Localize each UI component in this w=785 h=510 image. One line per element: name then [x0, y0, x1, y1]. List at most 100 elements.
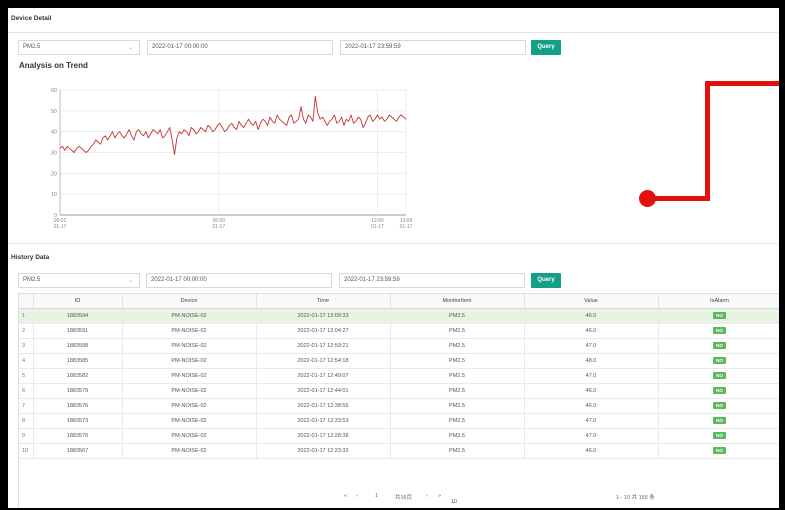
- column-header-value[interactable]: Value: [524, 294, 659, 309]
- history-pollutant-select[interactable]: PM2.5 ⌄: [18, 273, 140, 288]
- cell-device: PM-NOISE-02: [122, 338, 257, 354]
- chevron-down-icon: ⌄: [127, 278, 133, 284]
- cell-is-alarm: NO: [658, 428, 779, 444]
- history-start-time-input[interactable]: 2022-01-17 00:00:00: [146, 273, 332, 288]
- y-tick-label: 60: [51, 88, 57, 94]
- chevron-down-icon: ⌄: [451, 499, 456, 505]
- cell-device: PM-NOISE-02: [122, 428, 257, 444]
- cell-id: 1883576: [33, 398, 123, 414]
- cell-monitor-item: PM2.5: [390, 383, 525, 399]
- cell-is-alarm: NO: [658, 368, 779, 384]
- series-line: [59, 95, 407, 156]
- column-header-device[interactable]: Device: [122, 294, 257, 309]
- cell-monitor-item: PM2.5: [390, 368, 525, 384]
- row-number: 9: [19, 428, 34, 444]
- table-row[interactable]: 8 1883573 PM-NOISE-02 2022-01-17 12:33:53 PM…: [19, 413, 779, 429]
- cell-value: 47.0: [524, 338, 659, 354]
- cell-id: 1883588: [33, 338, 123, 354]
- row-number-header: [19, 294, 34, 309]
- cell-value: 48.0: [524, 353, 659, 369]
- start-time-input[interactable]: 2022-01-17 00:00:00: [147, 40, 333, 55]
- query-button[interactable]: Query: [531, 40, 561, 55]
- cell-id: 1883579: [33, 383, 123, 399]
- cell-id: 1883582: [33, 368, 123, 384]
- end-time-input[interactable]: 2022-01-17 23:59:59: [340, 40, 526, 55]
- cell-value: 47.0: [524, 413, 659, 429]
- cell-time: 2022-01-17 12:59:21: [256, 338, 391, 354]
- last-page-button[interactable]: »: [438, 493, 441, 499]
- chevron-down-icon: ⌄: [127, 45, 133, 51]
- history-pollutant-value: PM2.5: [23, 277, 41, 283]
- cell-is-alarm: NO: [658, 338, 779, 354]
- history-query-button[interactable]: Query: [531, 273, 561, 288]
- table-row[interactable]: 9 1883570 PM-NOISE-02 2022-01-17 12:28:38 PM…: [19, 428, 779, 444]
- x-tick-label-date: 01-17: [400, 224, 413, 230]
- cell-device: PM-NOISE-02: [122, 413, 257, 429]
- annotation-line-bottom: [653, 196, 710, 201]
- cell-device: PM-NOISE-02: [122, 443, 257, 459]
- column-header-id[interactable]: ID: [33, 294, 123, 309]
- cell-is-alarm: NO: [658, 398, 779, 414]
- history-end-time-input[interactable]: 2022-01-17 23:59:59: [339, 273, 525, 288]
- alarm-status-badge: NO: [713, 327, 726, 334]
- cell-device: PM-NOISE-02: [122, 383, 257, 399]
- pagination-summary: 1 - 10 共 155 条: [616, 495, 655, 501]
- table-row[interactable]: 6 1883579 PM-NOISE-02 2022-01-17 12:44:01 PM…: [19, 383, 779, 399]
- alarm-status-badge: NO: [713, 357, 726, 364]
- first-page-button[interactable]: «: [344, 493, 347, 499]
- cell-device: PM-NOISE-02: [122, 308, 257, 324]
- table-row[interactable]: 2 1883591 PM-NOISE-02 2022-01-17 13:04:27 PM…: [19, 323, 779, 339]
- page-number-input[interactable]: 1: [375, 493, 378, 499]
- table-row[interactable]: 3 1883588 PM-NOISE-02 2022-01-17 12:59:21 PM…: [19, 338, 779, 354]
- prev-page-button[interactable]: ‹: [356, 493, 358, 499]
- row-number: 1: [19, 308, 34, 324]
- row-number: 8: [19, 413, 34, 429]
- pagination-bar: « ‹ 1 共16页 › » 10 ⌄ 1 - 10 共 155 条: [18, 487, 779, 507]
- device-detail-title: Device Detail: [11, 15, 52, 22]
- cell-is-alarm: NO: [658, 323, 779, 339]
- cell-device: PM-NOISE-02: [122, 368, 257, 384]
- cell-value: 46.0: [524, 323, 659, 339]
- cell-monitor-item: PM2.5: [390, 428, 525, 444]
- table-row[interactable]: 10 1883567 PM-NOISE-02 2022-01-17 12:23:32 P…: [19, 443, 779, 459]
- annotation-line-vertical: [705, 81, 710, 201]
- pollutant-select[interactable]: PM2.5 ⌄: [18, 40, 140, 55]
- x-tick-label-date: 01-17: [212, 224, 225, 230]
- annotation-line-horizontal: [705, 81, 779, 86]
- row-number: 4: [19, 353, 34, 369]
- table-row[interactable]: 7 1883576 PM-NOISE-02 2022-01-17 12:38:56 PM…: [19, 398, 779, 414]
- next-page-button[interactable]: ›: [426, 493, 428, 499]
- y-tick-label: 50: [51, 109, 57, 115]
- chart-title: Analysis on Trend: [19, 61, 88, 70]
- cell-device: PM-NOISE-02: [122, 323, 257, 339]
- y-tick-label: 30: [51, 151, 57, 157]
- cell-time: 2022-01-17 13:04:27: [256, 323, 391, 339]
- cell-id: 1883594: [33, 308, 123, 324]
- table-row[interactable]: 1 1883594 PM-NOISE-02 2022-01-17 13:09:33 PM…: [19, 308, 779, 324]
- alarm-status-badge: NO: [713, 447, 726, 454]
- table-header-row: ID Device Time MonitorItem Value IsAlarm: [19, 294, 779, 309]
- table-row[interactable]: 4 1883585 PM-NOISE-02 2022-01-17 12:54:18 PM…: [19, 353, 779, 369]
- cell-is-alarm: NO: [658, 308, 779, 324]
- cell-is-alarm: NO: [658, 383, 779, 399]
- cell-monitor-item: PM2.5: [390, 398, 525, 414]
- column-header-is-alarm[interactable]: IsAlarm: [658, 294, 779, 309]
- y-tick-label: 20: [51, 171, 57, 177]
- cell-monitor-item: PM2.5: [390, 443, 525, 459]
- trend-chart: 010203040506000:0101-1706:0001-1712:0001…: [51, 88, 413, 230]
- cell-id: 1883591: [33, 323, 123, 339]
- cell-id: 1883567: [33, 443, 123, 459]
- column-header-time[interactable]: Time: [256, 294, 391, 309]
- annotation-dot: [639, 190, 656, 207]
- cell-time: 2022-01-17 13:09:33: [256, 308, 391, 324]
- alarm-status-badge: NO: [713, 387, 726, 394]
- row-number: 6: [19, 383, 34, 399]
- cell-monitor-item: PM2.5: [390, 338, 525, 354]
- alarm-status-badge: NO: [713, 342, 726, 349]
- history-data-title: History Data: [11, 254, 50, 261]
- table-row[interactable]: 5 1883582 PM-NOISE-02 2022-01-17 12:49:07 PM…: [19, 368, 779, 384]
- column-header-monitor-item[interactable]: MonitorItem: [390, 294, 525, 309]
- alarm-status-badge: NO: [713, 312, 726, 319]
- y-tick-label: 10: [51, 192, 57, 198]
- cell-value: 47.0: [524, 368, 659, 384]
